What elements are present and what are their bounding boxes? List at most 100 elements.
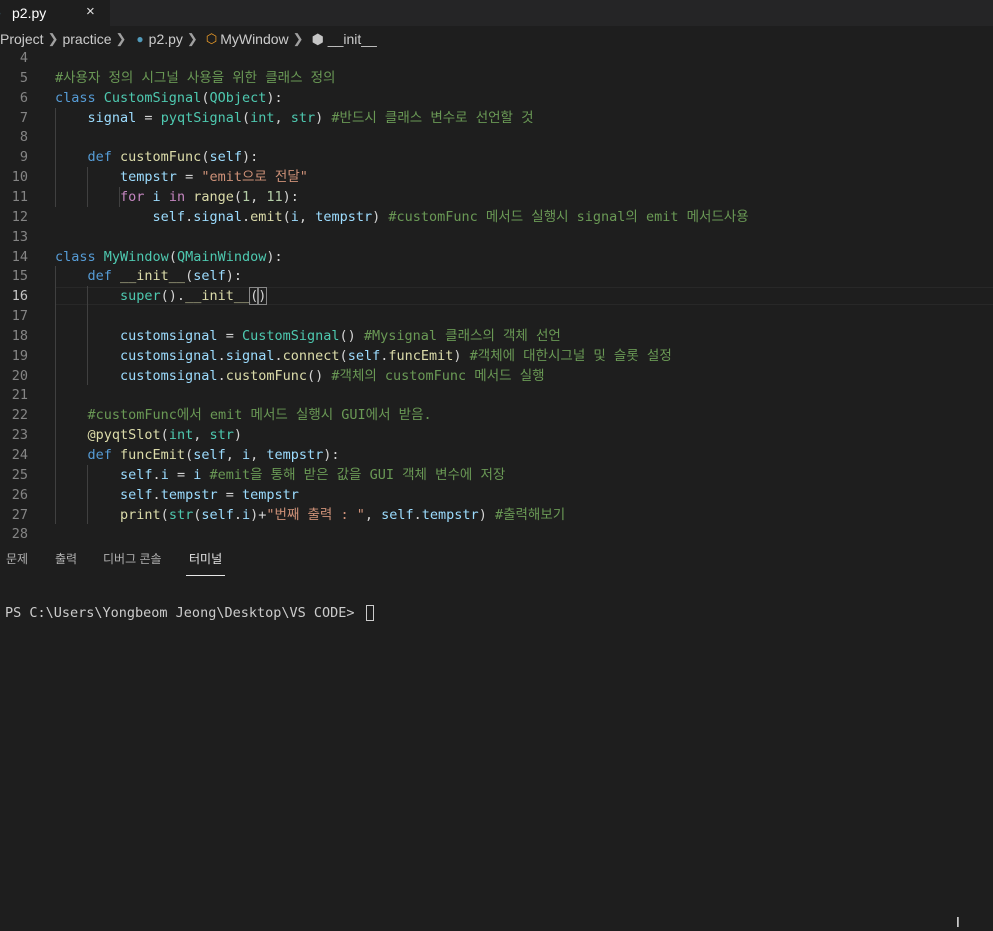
code-token: )	[257, 287, 268, 306]
code-token: CustomSignal	[241, 327, 340, 344]
tab-output[interactable]: 출력	[55, 550, 77, 567]
code-token: ,	[274, 109, 291, 126]
code-token: self	[120, 466, 153, 483]
line-number: 20	[11, 367, 28, 384]
code-token: =	[136, 109, 161, 126]
code-token: print	[120, 506, 161, 523]
terminal[interactable]: PS C:\Users\Yongbeom Jeong\Desktop\VS CO…	[5, 604, 374, 622]
code-token: ):	[323, 447, 340, 463]
code-line: 11 for i in range(1, 11):	[0, 187, 993, 207]
code-line: 18 customsignal = CustomSignal() #Mysign…	[0, 326, 993, 346]
line-number: 13	[11, 228, 28, 245]
code-line: 12 self.signal.emit(i, tempstr) #customF…	[0, 207, 993, 227]
code-token: self	[120, 486, 153, 503]
code-token: 1	[241, 188, 251, 205]
breadcrumb-method[interactable]: __init__	[328, 31, 377, 47]
code-token: int	[168, 427, 194, 444]
code-token: def	[87, 149, 121, 166]
code-token: class	[55, 89, 104, 106]
tab-p2-py[interactable]: ● p2.py ×	[0, 0, 110, 26]
code-text: tempstr = "emit으로 전달"	[55, 167, 308, 187]
line-number: 9	[19, 149, 28, 166]
code-text: def funcEmit(self, i, tempstr):	[55, 445, 340, 465]
code-token: ,	[225, 447, 242, 463]
code-token: def	[87, 447, 121, 463]
code-token: .	[185, 208, 194, 225]
code-token: #customFunc 메서드 실행시 signal의 emit 메서드사용	[388, 208, 749, 225]
code-token: for	[120, 188, 153, 205]
close-icon[interactable]: ×	[86, 3, 95, 20]
breadcrumb-project[interactable]: Project	[0, 31, 44, 47]
indent-guide	[87, 286, 88, 386]
code-text: class MyWindow(QMainWindow):	[55, 247, 283, 267]
tab-label: p2.py	[12, 5, 47, 21]
active-tab-indicator	[186, 575, 225, 576]
code-token: i	[160, 466, 169, 483]
code-token: .	[217, 347, 226, 364]
code-line: 14 class MyWindow(QMainWindow):	[0, 247, 993, 267]
code-line: 26 self.tempstr = tempstr	[0, 485, 993, 505]
breadcrumb-class[interactable]: MyWindow	[220, 31, 288, 47]
code-token: customsignal	[120, 367, 218, 384]
code-token: signal	[87, 109, 137, 126]
code-token: )	[315, 109, 332, 126]
code-token: (	[282, 208, 291, 225]
code-editor[interactable]: 4 5 #사용자 정의 시그널 사용을 위한 클래스 정의 6 class Custom…	[0, 52, 993, 539]
code-token: i	[242, 506, 251, 523]
breadcrumb-folder[interactable]: practice	[62, 31, 111, 47]
breadcrumb-file[interactable]: p2.py	[149, 31, 183, 47]
code-token: ()	[339, 327, 364, 344]
code-token: i	[152, 188, 161, 205]
code-text: self.i = i #emit을 통해 받은 값을 GUI 객체 변수에 저장	[55, 465, 505, 485]
code-token: )+	[250, 506, 267, 523]
line-number: 4	[19, 52, 28, 66]
line-number: 18	[11, 327, 28, 344]
code-token: QMainWindow	[176, 248, 267, 265]
line-number: 7	[19, 109, 28, 126]
tab-terminal[interactable]: 터미널	[189, 550, 222, 567]
code-token: )	[478, 506, 495, 523]
tab-debug-console[interactable]: 디버그 콘솔	[103, 550, 162, 567]
code-line: 13	[0, 227, 993, 247]
indent-guide	[87, 464, 88, 525]
tab-problems[interactable]: 문제	[6, 550, 28, 567]
line-number: 23	[11, 427, 28, 444]
indent-guide	[87, 167, 88, 207]
code-token: pyqtSignal	[160, 109, 242, 126]
code-token: )	[453, 347, 470, 364]
code-token: #객체의 customFunc 메서드 실행	[331, 367, 545, 384]
python-file-icon: ●	[136, 32, 144, 46]
line-number: 14	[11, 248, 28, 265]
code-text: print(str(self.i)+"번째 출력 : ", self.temps…	[55, 505, 565, 525]
line-number: 8	[19, 129, 28, 146]
code-token: )	[233, 427, 242, 444]
code-token: (	[160, 427, 169, 444]
code-token: emit	[250, 208, 283, 225]
line-number: 21	[11, 387, 28, 404]
code-token: #사용자 정의 시그널 사용을 위한 클래스 정의	[55, 69, 336, 86]
terminal-prompt: PS C:\Users\Yongbeom Jeong\Desktop\VS CO…	[5, 605, 363, 621]
code-token: __init__	[185, 288, 251, 305]
code-text: class CustomSignal(QObject):	[55, 88, 283, 108]
code-token: tempstr	[160, 486, 218, 503]
code-token: customFunc	[120, 149, 202, 166]
code-line: 19 customsignal.signal.connect(self.func…	[0, 346, 993, 366]
code-token: self	[193, 268, 226, 285]
indent-guide	[55, 266, 56, 525]
code-token: tempstr	[241, 486, 299, 503]
code-token: signal	[225, 347, 275, 364]
code-token: #객체에 대한시그널 및 슬롯 설정	[469, 347, 672, 364]
code-line: 9 def customFunc(self):	[0, 147, 993, 167]
text-cursor-icon: I	[956, 916, 960, 931]
python-file-icon: ●	[0, 6, 10, 20]
code-text: customsignal.customFunc() #객체의 customFun…	[55, 366, 545, 386]
code-text: signal = pyqtSignal(int, str) #반드시 클래스 변…	[55, 108, 534, 128]
code-token: signal	[193, 208, 242, 225]
code-line: 17	[0, 306, 993, 326]
chevron-right-icon: ❯	[292, 31, 304, 46]
code-token: customFunc	[225, 367, 307, 384]
code-token: "번째 출력 : "	[266, 506, 365, 523]
